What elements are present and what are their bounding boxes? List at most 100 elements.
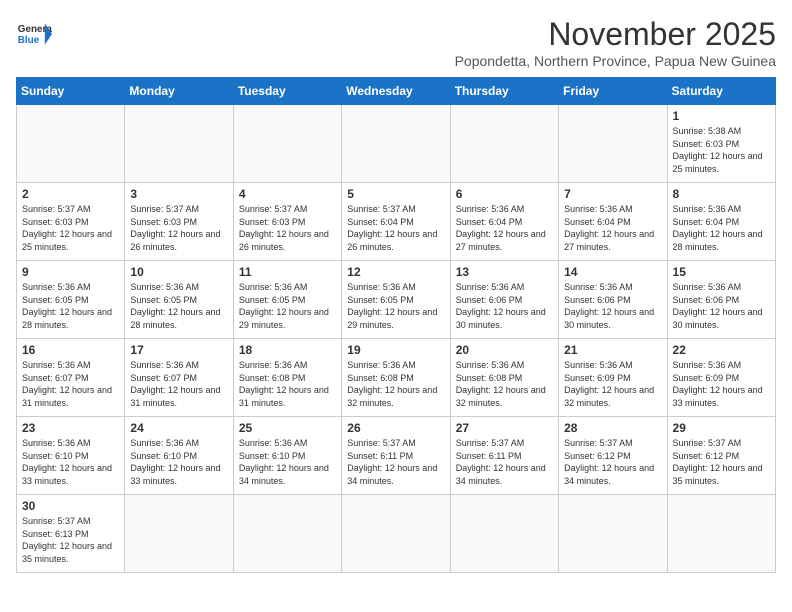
- calendar-cell: 24 Sunrise: 5:36 AM Sunset: 6:10 PM Dayli…: [125, 417, 233, 495]
- day-number: 18: [239, 343, 336, 357]
- day-info: Sunrise: 5:36 AM Sunset: 6:10 PM Dayligh…: [130, 437, 227, 487]
- day-info: Sunrise: 5:36 AM Sunset: 6:08 PM Dayligh…: [347, 359, 444, 409]
- calendar-cell: 30 Sunrise: 5:37 AM Sunset: 6:13 PM Dayli…: [17, 495, 125, 573]
- calendar-cell: 15Sunrise: 5:36 AM Sunset: 6:06 PM Dayli…: [667, 261, 775, 339]
- day-number: 14: [564, 265, 661, 279]
- calendar-cell: [450, 495, 558, 573]
- day-info: Sunrise: 5:37 AM Sunset: 6:13 PM Dayligh…: [22, 515, 119, 565]
- calendar-cell: 5Sunrise: 5:37 AM Sunset: 6:04 PM Daylig…: [342, 183, 450, 261]
- calendar-cell: 2 Sunrise: 5:37 AM Sunset: 6:03 PM Daylig…: [17, 183, 125, 261]
- location: Popondetta, Northern Province, Papua New…: [455, 53, 776, 69]
- day-info: Sunrise: 5:36 AM Sunset: 6:07 PM Dayligh…: [22, 359, 119, 409]
- day-number: 3: [130, 187, 227, 201]
- calendar-week-6: 30 Sunrise: 5:37 AM Sunset: 6:13 PM Dayli…: [17, 495, 776, 573]
- day-info: Sunrise: 5:36 AM Sunset: 6:05 PM Dayligh…: [347, 281, 444, 331]
- day-info: Sunrise: 5:38 AM Sunset: 6:03 PM Dayligh…: [673, 125, 770, 175]
- day-number: 20: [456, 343, 553, 357]
- calendar-cell: 27 Sunrise: 5:37 AM Sunset: 6:11 PM Dayli…: [450, 417, 558, 495]
- day-number: 27: [456, 421, 553, 435]
- calendar-cell: [125, 105, 233, 183]
- calendar-week-5: 23Sunrise: 5:36 AM Sunset: 6:10 PM Dayli…: [17, 417, 776, 495]
- page-header: General Blue November 2025 Popondetta, N…: [16, 16, 776, 69]
- day-number: 28: [564, 421, 661, 435]
- calendar-cell: 9 Sunrise: 5:36 AM Sunset: 6:05 PM Daylig…: [17, 261, 125, 339]
- calendar-cell: 4Sunrise: 5:37 AM Sunset: 6:03 PM Daylig…: [233, 183, 341, 261]
- day-number: 9: [22, 265, 119, 279]
- calendar-cell: [450, 105, 558, 183]
- calendar-cell: [342, 105, 450, 183]
- calendar-week-3: 9 Sunrise: 5:36 AM Sunset: 6:05 PM Daylig…: [17, 261, 776, 339]
- col-header-wednesday: Wednesday: [342, 78, 450, 105]
- calendar-cell: 22Sunrise: 5:36 AM Sunset: 6:09 PM Dayli…: [667, 339, 775, 417]
- calendar-week-4: 16 Sunrise: 5:36 AM Sunset: 6:07 PM Dayli…: [17, 339, 776, 417]
- calendar-cell: 14 Sunrise: 5:36 AM Sunset: 6:06 PM Dayli…: [559, 261, 667, 339]
- day-number: 26: [347, 421, 444, 435]
- day-number: 25: [239, 421, 336, 435]
- calendar-cell: 8 Sunrise: 5:36 AM Sunset: 6:04 PM Daylig…: [667, 183, 775, 261]
- day-number: 17: [130, 343, 227, 357]
- calendar-cell: 17 Sunrise: 5:36 AM Sunset: 6:07 PM Dayli…: [125, 339, 233, 417]
- title-section: November 2025 Popondetta, Northern Provi…: [455, 16, 776, 69]
- calendar-cell: 29 Sunrise: 5:37 AM Sunset: 6:12 PM Dayli…: [667, 417, 775, 495]
- col-header-friday: Friday: [559, 78, 667, 105]
- day-info: Sunrise: 5:36 AM Sunset: 6:04 PM Dayligh…: [456, 203, 553, 253]
- calendar-cell: 21Sunrise: 5:36 AM Sunset: 6:09 PM Dayli…: [559, 339, 667, 417]
- calendar-cell: 16 Sunrise: 5:36 AM Sunset: 6:07 PM Dayli…: [17, 339, 125, 417]
- calendar-cell: 26Sunrise: 5:37 AM Sunset: 6:11 PM Dayli…: [342, 417, 450, 495]
- calendar-cell: [667, 495, 775, 573]
- day-info: Sunrise: 5:37 AM Sunset: 6:12 PM Dayligh…: [564, 437, 661, 487]
- day-info: Sunrise: 5:36 AM Sunset: 6:06 PM Dayligh…: [564, 281, 661, 331]
- calendar-cell: 3Sunrise: 5:37 AM Sunset: 6:03 PM Daylig…: [125, 183, 233, 261]
- day-info: Sunrise: 5:37 AM Sunset: 6:11 PM Dayligh…: [456, 437, 553, 487]
- calendar-cell: 19 Sunrise: 5:36 AM Sunset: 6:08 PM Dayli…: [342, 339, 450, 417]
- day-number: 10: [130, 265, 227, 279]
- calendar-cell: [233, 495, 341, 573]
- day-number: 13: [456, 265, 553, 279]
- day-info: Sunrise: 5:36 AM Sunset: 6:10 PM Dayligh…: [239, 437, 336, 487]
- day-number: 30: [22, 499, 119, 513]
- col-header-tuesday: Tuesday: [233, 78, 341, 105]
- svg-text:Blue: Blue: [18, 35, 40, 46]
- day-number: 1: [673, 109, 770, 123]
- calendar-cell: 28 Sunrise: 5:37 AM Sunset: 6:12 PM Dayli…: [559, 417, 667, 495]
- calendar-cell: 1 Sunrise: 5:38 AM Sunset: 6:03 PM Daylig…: [667, 105, 775, 183]
- day-info: Sunrise: 5:37 AM Sunset: 6:03 PM Dayligh…: [22, 203, 119, 253]
- calendar-week-2: 2 Sunrise: 5:37 AM Sunset: 6:03 PM Daylig…: [17, 183, 776, 261]
- day-number: 29: [673, 421, 770, 435]
- col-header-monday: Monday: [125, 78, 233, 105]
- calendar-cell: 13 Sunrise: 5:36 AM Sunset: 6:06 PM Dayli…: [450, 261, 558, 339]
- day-number: 7: [564, 187, 661, 201]
- calendar-cell: 23Sunrise: 5:36 AM Sunset: 6:10 PM Dayli…: [17, 417, 125, 495]
- calendar-cell: 25 Sunrise: 5:36 AM Sunset: 6:10 PM Dayli…: [233, 417, 341, 495]
- day-info: Sunrise: 5:36 AM Sunset: 6:05 PM Dayligh…: [239, 281, 336, 331]
- day-info: Sunrise: 5:36 AM Sunset: 6:04 PM Dayligh…: [673, 203, 770, 253]
- day-info: Sunrise: 5:36 AM Sunset: 6:07 PM Dayligh…: [130, 359, 227, 409]
- day-number: 24: [130, 421, 227, 435]
- calendar-cell: 10 Sunrise: 5:36 AM Sunset: 6:05 PM Dayli…: [125, 261, 233, 339]
- day-info: Sunrise: 5:37 AM Sunset: 6:03 PM Dayligh…: [239, 203, 336, 253]
- day-number: 22: [673, 343, 770, 357]
- calendar-header-row: SundayMondayTuesdayWednesdayThursdayFrid…: [17, 78, 776, 105]
- calendar-cell: [125, 495, 233, 573]
- calendar-cell: 6 Sunrise: 5:36 AM Sunset: 6:04 PM Daylig…: [450, 183, 558, 261]
- day-number: 16: [22, 343, 119, 357]
- day-info: Sunrise: 5:36 AM Sunset: 6:05 PM Dayligh…: [130, 281, 227, 331]
- day-number: 19: [347, 343, 444, 357]
- day-info: Sunrise: 5:36 AM Sunset: 6:08 PM Dayligh…: [239, 359, 336, 409]
- calendar-cell: 18 Sunrise: 5:36 AM Sunset: 6:08 PM Dayli…: [233, 339, 341, 417]
- day-number: 6: [456, 187, 553, 201]
- day-info: Sunrise: 5:36 AM Sunset: 6:06 PM Dayligh…: [456, 281, 553, 331]
- day-info: Sunrise: 5:36 AM Sunset: 6:05 PM Dayligh…: [22, 281, 119, 331]
- logo: General Blue: [16, 16, 52, 52]
- day-info: Sunrise: 5:36 AM Sunset: 6:10 PM Dayligh…: [22, 437, 119, 487]
- calendar-week-1: 1 Sunrise: 5:38 AM Sunset: 6:03 PM Daylig…: [17, 105, 776, 183]
- col-header-sunday: Sunday: [17, 78, 125, 105]
- day-number: 12: [347, 265, 444, 279]
- calendar-cell: 20Sunrise: 5:36 AM Sunset: 6:08 PM Dayli…: [450, 339, 558, 417]
- day-info: Sunrise: 5:37 AM Sunset: 6:12 PM Dayligh…: [673, 437, 770, 487]
- day-number: 2: [22, 187, 119, 201]
- day-info: Sunrise: 5:36 AM Sunset: 6:06 PM Dayligh…: [673, 281, 770, 331]
- day-number: 21: [564, 343, 661, 357]
- day-number: 8: [673, 187, 770, 201]
- col-header-thursday: Thursday: [450, 78, 558, 105]
